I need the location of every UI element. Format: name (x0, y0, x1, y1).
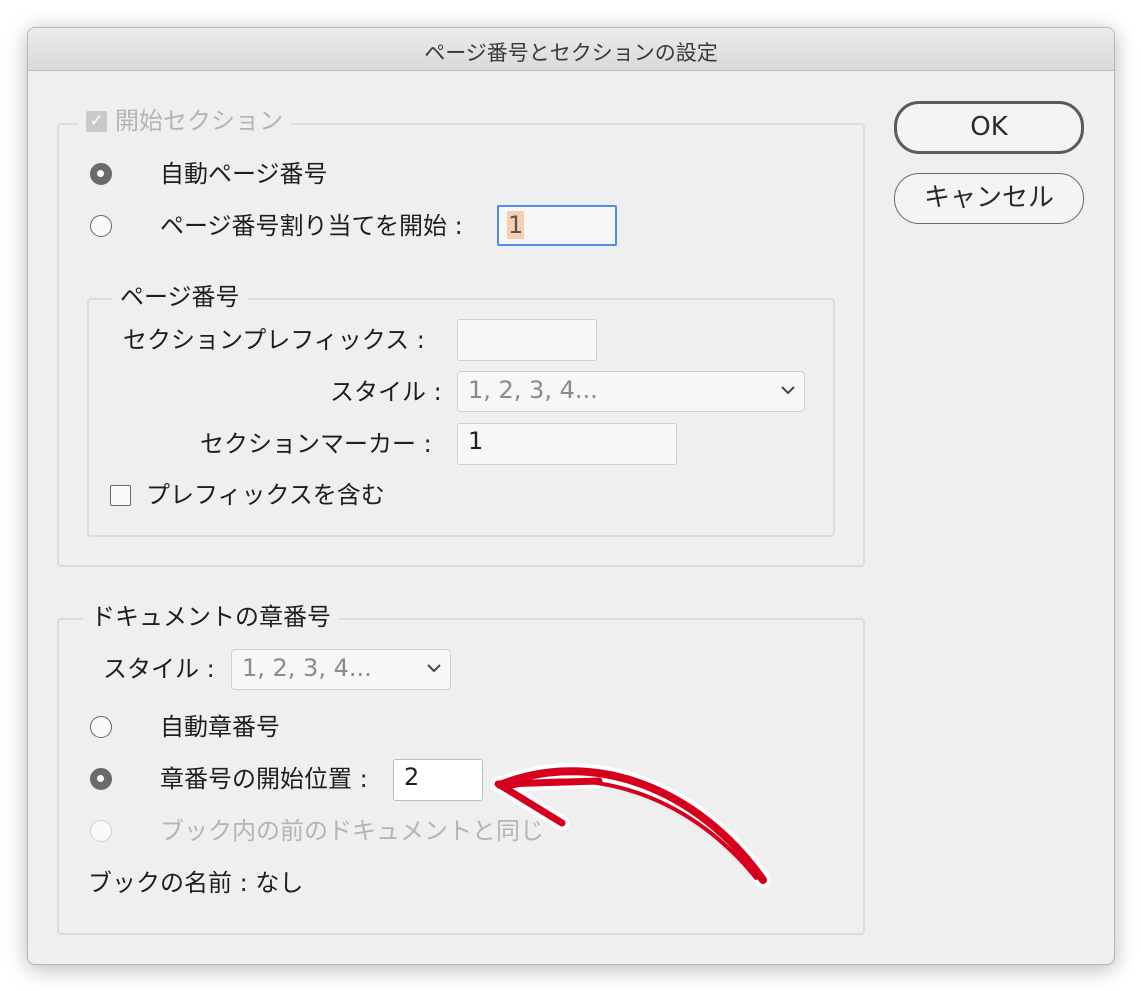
start-chapter-label: 章番号の開始位置 : (160, 765, 368, 793)
chapter-style-select[interactable]: 1, 2, 3, 4... (231, 649, 451, 690)
start-section-checkbox[interactable]: ✓ (86, 110, 107, 132)
include-prefix-checkbox[interactable] (110, 485, 131, 506)
start-chapter-input[interactable]: 2 (393, 759, 483, 801)
start-page-number-input[interactable]: 1 (497, 205, 617, 246)
section-marker-input[interactable]: 1 (457, 423, 677, 465)
chapter-style-label: スタイル : (103, 655, 215, 683)
start-section-legend: ✓ 開始セクション (78, 105, 291, 137)
cancel-button[interactable]: キャンセル (894, 173, 1084, 224)
start-page-number-value: 1 (507, 211, 525, 239)
start-section-label: 開始セクション (115, 107, 283, 135)
start-page-number-radio[interactable] (90, 215, 112, 237)
page-section-dialog: ページ番号とセクションの設定 OK キャンセル ✓ 開始セクション 自動ページ番… (27, 27, 1115, 965)
start-chapter-radio[interactable] (90, 768, 112, 790)
section-marker-label: セクションマーカー : (200, 430, 432, 458)
same-as-previous-radio[interactable] (90, 820, 112, 842)
ok-button[interactable]: OK (894, 101, 1084, 154)
chevron-down-icon (781, 386, 795, 395)
chevron-down-icon (427, 664, 441, 673)
auto-chapter-radio[interactable] (90, 716, 112, 738)
title-bar[interactable]: ページ番号とセクションの設定 (28, 28, 1114, 71)
page-numbering-legend: ページ番号 (112, 281, 248, 313)
include-prefix-label: プレフィックスを含む (146, 481, 385, 509)
auto-chapter-label: 自動章番号 (160, 713, 280, 741)
chapter-numbering-legend: ドキュメントの章番号 (83, 601, 339, 633)
auto-page-number-radio[interactable] (90, 163, 112, 185)
same-as-previous-label: ブック内の前のドキュメントと同じ (160, 817, 544, 845)
start-page-number-label: ページ番号割り当てを開始 : (160, 212, 463, 240)
page-style-value: 1, 2, 3, 4... (468, 376, 598, 404)
section-prefix-input[interactable] (457, 319, 597, 361)
page-style-label: スタイル : (330, 378, 442, 406)
book-name-label: ブックの名前 : なし (88, 869, 304, 897)
auto-page-number-label: 自動ページ番号 (160, 160, 328, 188)
dialog-title: ページ番号とセクションの設定 (424, 41, 718, 65)
section-prefix-label: セクションプレフィックス : (123, 326, 425, 354)
page-style-select[interactable]: 1, 2, 3, 4... (457, 371, 805, 412)
chapter-style-value: 1, 2, 3, 4... (242, 654, 372, 682)
